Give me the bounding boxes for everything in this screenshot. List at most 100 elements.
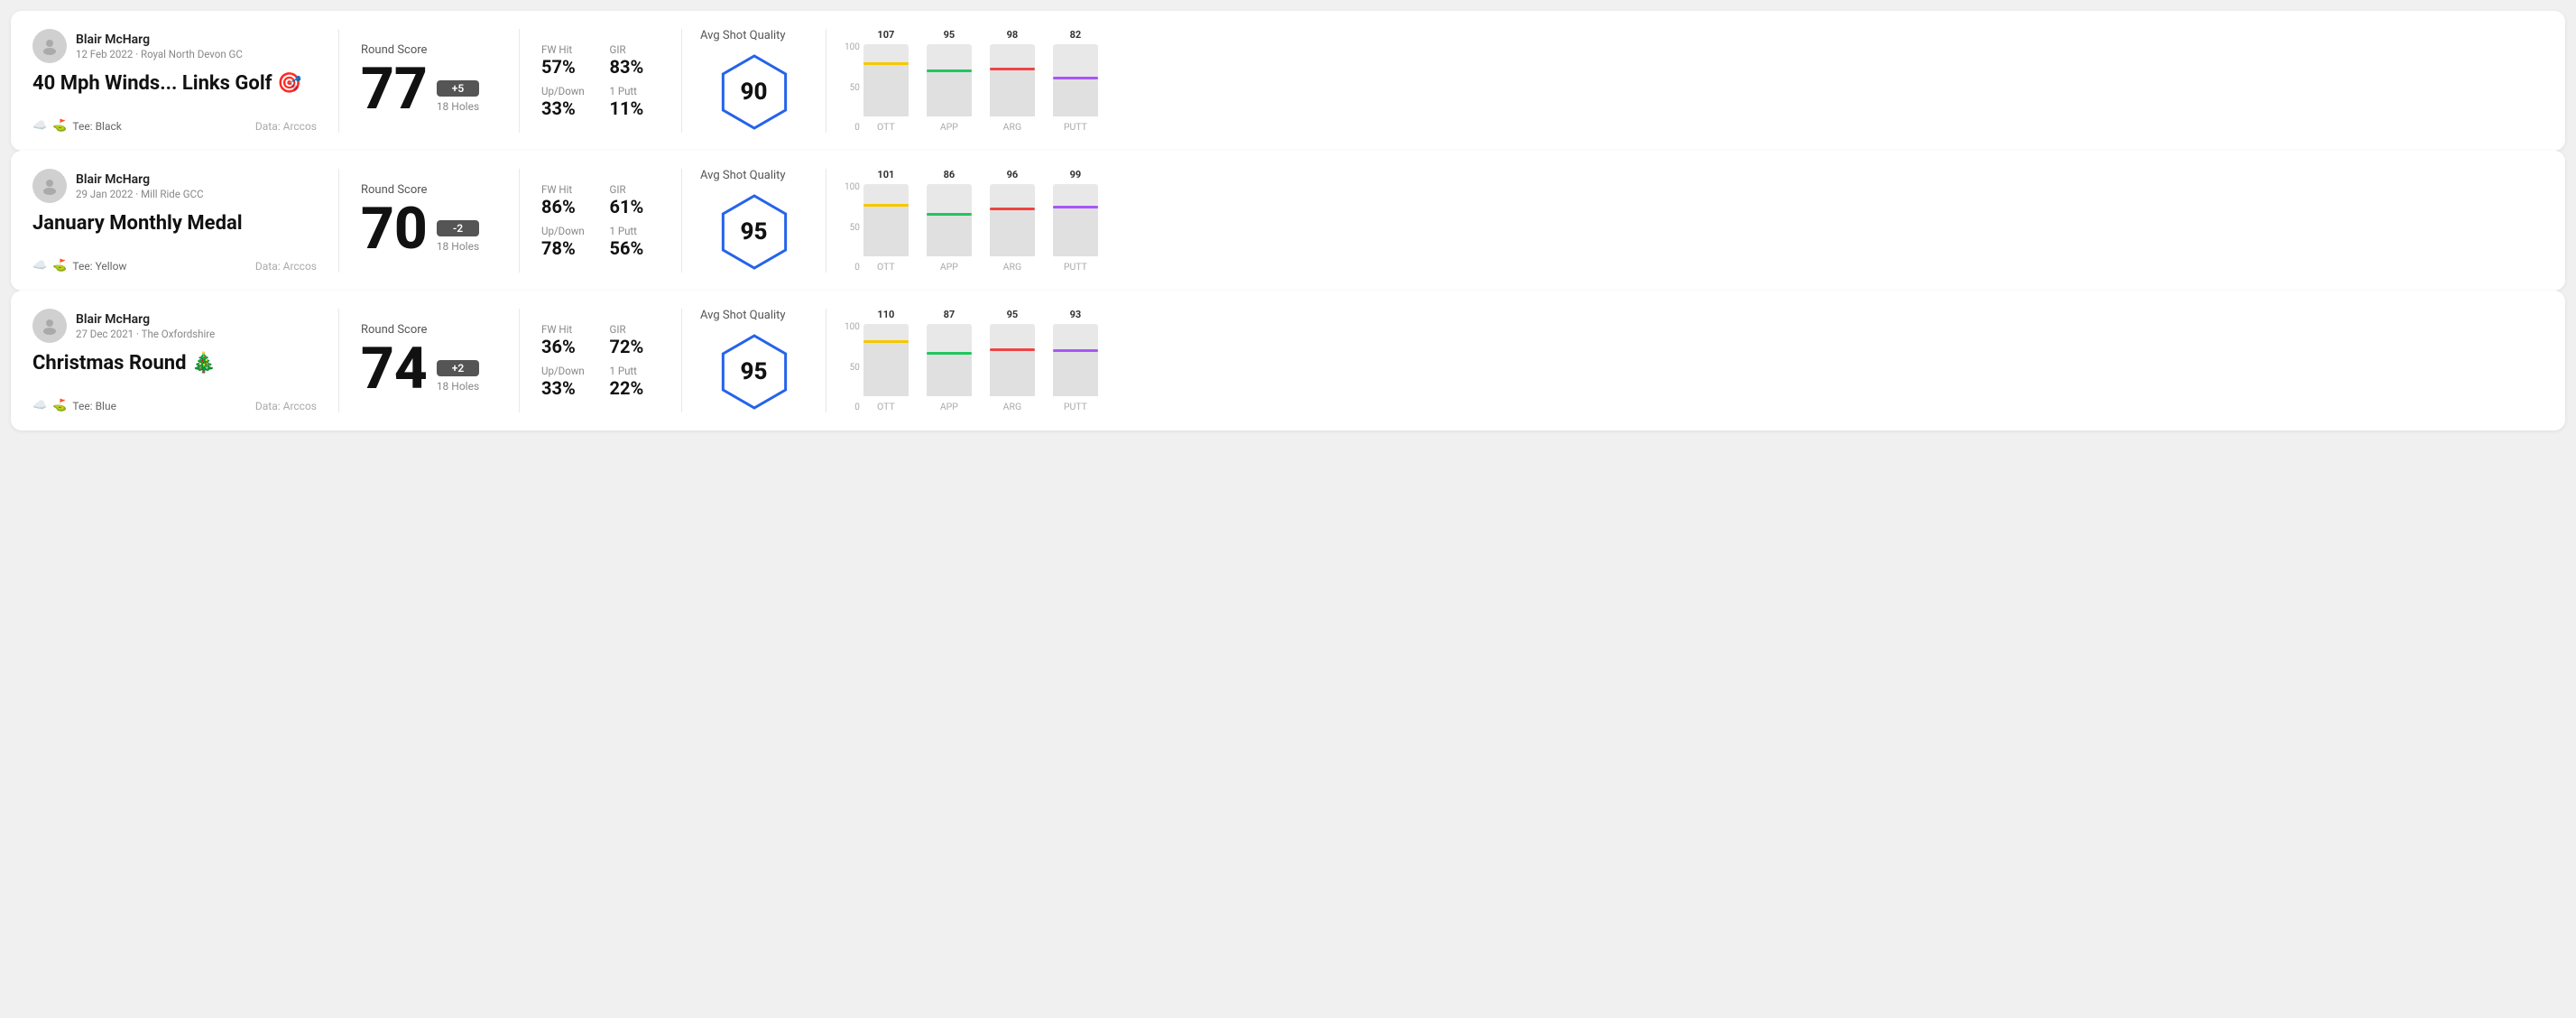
- tee-label-1: Tee: Black: [72, 120, 121, 133]
- chart-outer: 100 50 0 101 OTT 86 APP: [845, 169, 2529, 273]
- round-title-3: Christmas Round 🎄: [32, 352, 317, 375]
- updown-stat-2: Up/Down 78%: [541, 225, 592, 259]
- chart-columns: 107 OTT 95 APP 98: [863, 29, 2529, 133]
- bar-value-app: 87: [944, 309, 956, 320]
- avatar-1: [32, 29, 67, 63]
- bottom-row-2: ☁️ ⛳ Tee: Yellow Data: Arccos: [32, 259, 317, 273]
- golf-icon-2: ⛳: [52, 259, 67, 273]
- chart-section-1: 100 50 0 107 OTT 95 APP: [826, 29, 2544, 133]
- bar-value-app: 95: [944, 29, 956, 41]
- score-diff-2: -2: [437, 220, 479, 236]
- updown-label-2: Up/Down: [541, 225, 592, 237]
- oneputt-stat-2: 1 Putt 56%: [610, 225, 660, 259]
- user-row-3: Blair McHarg 27 Dec 2021 · The Oxfordshi…: [32, 309, 317, 343]
- left-section-1: Blair McHarg 12 Feb 2022 · Royal North D…: [32, 29, 339, 133]
- bar-fill-putt: [1053, 206, 1098, 256]
- chart-y-labels: 100 50 0: [845, 42, 860, 133]
- updown-value-3: 33%: [541, 377, 592, 399]
- y-label-50: 50: [850, 223, 860, 233]
- round-title-1: 40 Mph Winds... Links Golf 🎯: [32, 72, 317, 95]
- bar-xlabel-putt: PUTT: [1064, 401, 1087, 412]
- bar-value-ott: 110: [877, 309, 894, 320]
- oneputt-stat-3: 1 Putt 22%: [610, 365, 660, 399]
- bar-xlabel-putt: PUTT: [1064, 121, 1087, 133]
- updown-value-1: 33%: [541, 97, 592, 119]
- bar-value-putt: 93: [1070, 309, 1082, 320]
- bar-wrapper-ott: [863, 324, 909, 396]
- bar-accent-ott: [863, 340, 909, 343]
- y-label-0: 0: [854, 263, 860, 273]
- hexagon-container-3: 95: [714, 331, 795, 412]
- weather-icon-1: ☁️: [32, 119, 47, 133]
- y-label-50: 50: [850, 83, 860, 93]
- updown-stat-3: Up/Down 33%: [541, 365, 592, 399]
- bar-wrapper-putt: [1053, 44, 1098, 116]
- quality-section-1: Avg Shot Quality 90: [682, 29, 826, 133]
- user-name-1: Blair McHarg: [76, 32, 243, 47]
- date-club-2: 29 Jan 2022 · Mill Ride GCC: [76, 188, 204, 200]
- fw-hit-value-1: 57%: [541, 56, 592, 78]
- score-section-2: Round Score 70 -2 18 Holes: [339, 169, 520, 273]
- bar-accent-arg: [990, 348, 1035, 351]
- bar-accent-arg: [990, 68, 1035, 70]
- y-label-0: 0: [854, 123, 860, 133]
- y-label-100: 100: [845, 182, 860, 192]
- bar-xlabel-arg: ARG: [1003, 121, 1021, 133]
- oneputt-value-1: 11%: [610, 97, 660, 119]
- bar-xlabel-app: APP: [940, 401, 958, 412]
- user-info-2: Blair McHarg 29 Jan 2022 · Mill Ride GCC: [76, 172, 204, 200]
- bar-accent-ott: [863, 62, 909, 65]
- tee-info-1: ☁️ ⛳ Tee: Black: [32, 119, 122, 133]
- gir-stat-2: GIR 61%: [610, 183, 660, 217]
- bar-xlabel-ott: OTT: [877, 401, 895, 412]
- chart-columns: 101 OTT 86 APP 96: [863, 169, 2529, 273]
- bar-fill-arg: [990, 68, 1035, 116]
- bar-value-putt: 82: [1070, 29, 1082, 41]
- stats-section-2: FW Hit 86% GIR 61% Up/Down 78% 1 Putt 56…: [520, 169, 682, 273]
- bottom-row-3: ☁️ ⛳ Tee: Blue Data: Arccos: [32, 399, 317, 412]
- weather-icon-2: ☁️: [32, 259, 47, 273]
- updown-label-3: Up/Down: [541, 365, 592, 377]
- quality-score-2: 95: [741, 218, 768, 245]
- score-number-3: 74: [361, 340, 428, 398]
- bar-xlabel-app: APP: [940, 121, 958, 133]
- golf-icon-1: ⛳: [52, 119, 67, 133]
- gir-label-1: GIR: [610, 43, 660, 56]
- fw-hit-value-2: 86%: [541, 196, 592, 217]
- bar-wrapper-ott: [863, 44, 909, 116]
- chart-col-ott: 101 OTT: [863, 169, 909, 273]
- chart-section-2: 100 50 0 101 OTT 86 APP: [826, 169, 2544, 273]
- score-diff-3: +2: [437, 360, 479, 376]
- bar-wrapper-arg: [990, 44, 1035, 116]
- oneputt-label-3: 1 Putt: [610, 365, 660, 377]
- bar-xlabel-putt: PUTT: [1064, 261, 1087, 273]
- bar-accent-ott: [863, 204, 909, 207]
- bar-fill-putt: [1053, 349, 1098, 396]
- bar-fill-arg: [990, 348, 1035, 396]
- chart-col-putt: 99 PUTT: [1053, 169, 1098, 273]
- date-club-1: 12 Feb 2022 · Royal North Devon GC: [76, 48, 243, 60]
- quality-label-1: Avg Shot Quality: [700, 29, 786, 42]
- bar-wrapper-app: [927, 184, 972, 256]
- y-label-0: 0: [854, 403, 860, 412]
- bar-wrapper-arg: [990, 184, 1035, 256]
- data-source-1: Data: Arccos: [255, 120, 317, 133]
- chart-col-app: 95 APP: [927, 29, 972, 133]
- round-title-2: January Monthly Medal: [32, 212, 317, 235]
- chart-col-app: 86 APP: [927, 169, 972, 273]
- score-number-2: 70: [361, 200, 428, 258]
- left-section-2: Blair McHarg 29 Jan 2022 · Mill Ride GCC…: [32, 169, 339, 273]
- bar-accent-arg: [990, 208, 1035, 210]
- quality-section-2: Avg Shot Quality 95: [682, 169, 826, 273]
- fw-hit-value-3: 36%: [541, 336, 592, 357]
- weather-icon-3: ☁️: [32, 399, 47, 412]
- oneputt-stat-1: 1 Putt 11%: [610, 85, 660, 119]
- bar-fill-app: [927, 352, 972, 396]
- chart-col-arg: 95 ARG: [990, 309, 1035, 412]
- fw-hit-label-1: FW Hit: [541, 43, 592, 56]
- tee-label-2: Tee: Yellow: [72, 260, 126, 273]
- y-label-100: 100: [845, 322, 860, 332]
- quality-label-3: Avg Shot Quality: [700, 309, 786, 322]
- holes-label-2: 18 Holes: [437, 240, 479, 253]
- chart-col-arg: 98 ARG: [990, 29, 1035, 133]
